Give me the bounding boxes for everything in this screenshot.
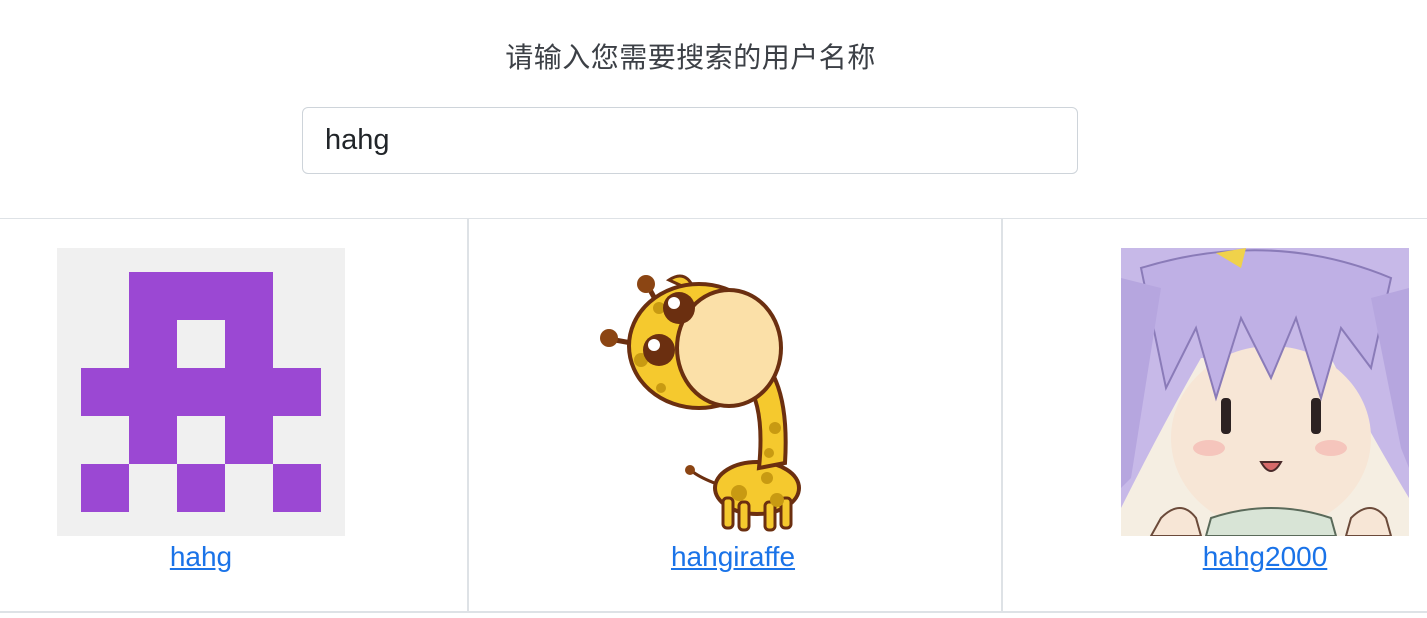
user-search-page: 请输入您需要搜索的用户名称 hahg hahg hahgiraffe hahg2… <box>0 0 1427 618</box>
search-prompt: 请输入您需要搜索的用户名称 <box>505 41 876 74</box>
user-card: hahgiraffe <box>467 219 1003 611</box>
username-search-input[interactable] <box>302 107 1078 174</box>
identicon-avatar[interactable] <box>57 248 345 536</box>
username-link[interactable]: hahg <box>57 541 345 573</box>
user-card: hahg2000 <box>1001 219 1427 611</box>
giraffe-avatar[interactable] <box>589 248 877 536</box>
user-card: hahg <box>0 219 466 611</box>
search-results: hahg hahgiraffe hahg2000 <box>0 218 1427 613</box>
anime-girl-avatar[interactable] <box>1121 248 1409 536</box>
username-link[interactable]: hahgiraffe <box>589 541 877 573</box>
username-link[interactable]: hahg2000 <box>1121 541 1409 573</box>
